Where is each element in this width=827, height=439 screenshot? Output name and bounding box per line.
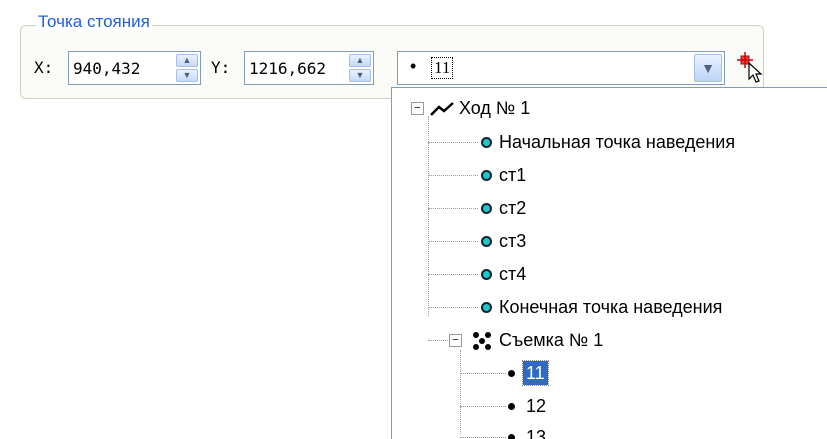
tree-row-point[interactable]: 11: [392, 357, 827, 390]
tree-row-survey[interactable]: − Съемка № 1: [392, 324, 827, 357]
x-spinner[interactable]: 940,432 ▲ ▼: [68, 51, 201, 85]
tree-label[interactable]: Конечная точка наведения: [496, 295, 725, 319]
x-decrement-icon[interactable]: ▼: [176, 69, 198, 82]
point-combobox[interactable]: • 11 ▼: [397, 51, 725, 85]
point-icon: [508, 370, 515, 377]
tree-row-child[interactable]: ст1: [392, 159, 827, 192]
tree-label[interactable]: Съемка № 1: [496, 328, 606, 352]
tree-label[interactable]: 13: [523, 425, 549, 439]
y-decrement-icon[interactable]: ▼: [349, 69, 371, 82]
station-icon: [481, 236, 492, 247]
station-icon: [481, 137, 492, 148]
tree-label[interactable]: Ход № 1: [456, 96, 533, 120]
x-increment-icon[interactable]: ▲: [176, 54, 198, 67]
y-increment-icon[interactable]: ▲: [349, 54, 371, 67]
y-label: Y:: [211, 58, 231, 77]
pick-point-button[interactable]: [737, 51, 771, 85]
tree-row-child[interactable]: Начальная точка наведения: [392, 126, 827, 159]
collapse-icon[interactable]: −: [449, 334, 462, 347]
tree-row-point[interactable]: 13: [392, 421, 827, 439]
point-icon: [508, 403, 515, 410]
station-icon: [481, 269, 492, 280]
point-tree-dropdown[interactable]: − Ход № 1 Начальная точка наведения ст1 …: [391, 87, 827, 439]
station-icon: [481, 203, 492, 214]
tree-label[interactable]: ст3: [496, 229, 529, 253]
tree-row-child[interactable]: ст4: [392, 258, 827, 291]
tree-row-child[interactable]: ст3: [392, 225, 827, 258]
survey-icon: [473, 332, 491, 350]
y-spinner[interactable]: 1216,662 ▲ ▼: [244, 51, 374, 85]
point-icon: [508, 434, 515, 439]
collapse-icon[interactable]: −: [411, 102, 424, 115]
pick-cursor-icon: [737, 52, 763, 83]
traverse-icon: [430, 102, 454, 116]
station-icon: [481, 170, 492, 181]
combo-selected-value[interactable]: 11: [430, 57, 454, 79]
station-icon: [481, 302, 492, 313]
tree-label-selected[interactable]: 11: [522, 360, 549, 386]
tree-label[interactable]: Начальная точка наведения: [496, 130, 738, 154]
chevron-down-icon[interactable]: ▼: [694, 54, 722, 82]
group-title: Точка стояния: [36, 12, 152, 32]
point-bullet-icon: •: [410, 56, 417, 76]
y-value[interactable]: 1216,662: [249, 59, 326, 79]
tree-row-child[interactable]: Конечная точка наведения: [392, 291, 827, 324]
tree-row-child[interactable]: ст2: [392, 192, 827, 225]
x-value[interactable]: 940,432: [73, 59, 140, 79]
tree-label[interactable]: 12: [523, 394, 549, 418]
tree-label[interactable]: ст4: [496, 262, 529, 286]
tree-label[interactable]: ст1: [496, 163, 529, 187]
x-label: X:: [34, 58, 54, 77]
tree-row-point[interactable]: 12: [392, 390, 827, 423]
tree-label[interactable]: ст2: [496, 196, 529, 220]
